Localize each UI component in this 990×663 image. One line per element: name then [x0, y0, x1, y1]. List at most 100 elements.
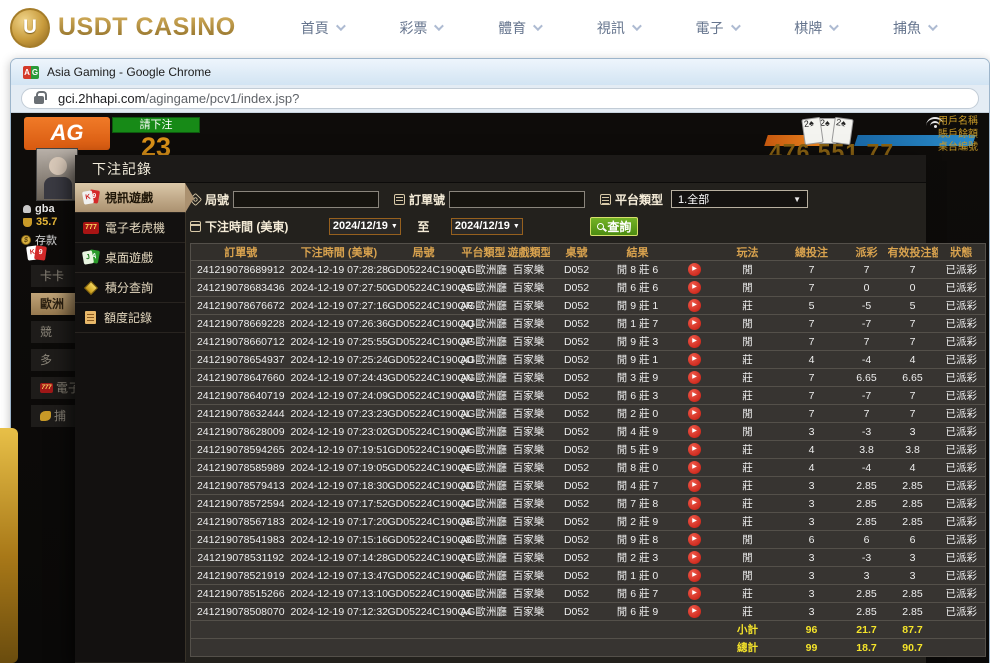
- sidebar-item-video-games[interactable]: 9K 視訊遊戲: [75, 183, 185, 213]
- slot-machine-icon: 777: [83, 222, 99, 234]
- sidebar-item-slots[interactable]: 777 電子老虎機: [75, 213, 185, 243]
- cell-total-stake: 7: [778, 333, 846, 351]
- ag-favicon-icon: AG: [23, 66, 39, 79]
- dropdown-arrow-icon: ▼: [793, 195, 801, 204]
- col-payout: 派彩: [846, 244, 888, 261]
- cell-status: 已派彩: [938, 513, 986, 531]
- play-replay-button[interactable]: ▶: [688, 479, 701, 492]
- play-replay-button[interactable]: ▶: [688, 443, 701, 456]
- round-number-label: 局號: [190, 191, 229, 208]
- cell-valid-stake: 2.85: [888, 477, 938, 495]
- nav-item-slots[interactable]: 電子: [696, 18, 738, 38]
- round-number-input[interactable]: [233, 191, 379, 208]
- play-replay-button[interactable]: ▶: [688, 587, 701, 600]
- play-replay-button[interactable]: ▶: [688, 605, 701, 618]
- subtotal-label: 小計: [718, 621, 778, 639]
- bet-records-table: 訂單號 下注時間 (美東) 局號 平台類型 遊戲類型 桌號 結果 玩法 總: [190, 243, 986, 657]
- cell-order-number: 241219078585989: [191, 459, 291, 477]
- sidebar-item-credit-records[interactable]: 額度記錄: [75, 303, 185, 333]
- browser-toolbar: gci.2hhapi.com/agingame/pcv1/index.jsp?: [11, 85, 989, 113]
- play-replay-button[interactable]: ▶: [688, 389, 701, 402]
- cell-platform: AG歐洲廳: [460, 351, 508, 369]
- sidebar-item-table-games[interactable]: AJ 桌面遊戲: [75, 243, 185, 273]
- date-from-button[interactable]: 2024/12/19▼: [329, 218, 401, 235]
- play-replay-button[interactable]: ▶: [688, 353, 701, 366]
- cell-round-number: GD05224C190QO: [388, 351, 460, 369]
- cell-bet-time: 2024-12-19 07:27:50: [291, 279, 388, 297]
- play-replay-button[interactable]: ▶: [688, 569, 701, 582]
- bet-record-row: 241219078628009 2024-12-19 07:23:02 GD05…: [191, 423, 986, 441]
- cell-platform: AG歐洲廳: [460, 459, 508, 477]
- menu-label: 歐洲: [40, 293, 64, 315]
- cell-round-number: GD05224C190QQ: [388, 315, 460, 333]
- cell-game-type: 百家樂: [508, 477, 550, 495]
- order-number-input[interactable]: [449, 191, 585, 208]
- cell-platform: AG歐洲廳: [460, 567, 508, 585]
- cell-bet-time: 2024-12-19 07:23:02: [291, 423, 388, 441]
- play-replay-button[interactable]: ▶: [688, 533, 701, 546]
- play-replay-button[interactable]: ▶: [688, 425, 701, 438]
- player-username: gba: [23, 203, 55, 215]
- nav-item-live[interactable]: 視訊: [597, 18, 639, 38]
- info-line: 賬戶餘額: [938, 128, 989, 141]
- cell-bet-time: 2024-12-19 07:14:28: [291, 549, 388, 567]
- play-replay-button[interactable]: ▶: [688, 335, 701, 348]
- cell-play-type: 莊: [718, 369, 778, 387]
- cell-replay: ▶: [672, 279, 718, 297]
- chrome-window: AG Asia Gaming - Google Chrome gci.2hhap…: [10, 58, 990, 663]
- nav-item-home[interactable]: 首頁: [301, 18, 343, 38]
- nav-item-board-games[interactable]: 棋牌: [794, 18, 836, 38]
- nav-item-lottery[interactable]: 彩票: [399, 18, 441, 38]
- col-play-type: 玩法: [718, 244, 778, 261]
- cell-game-type: 百家樂: [508, 495, 550, 513]
- cell-table-number: D052: [550, 297, 604, 315]
- bet-record-row: 241219078585989 2024-12-19 07:19:05 GD05…: [191, 459, 986, 477]
- date-to-button[interactable]: 2024/12/19▼: [451, 218, 523, 235]
- play-replay-button[interactable]: ▶: [688, 371, 701, 384]
- cell-bet-time: 2024-12-19 07:23:23: [291, 405, 388, 423]
- window-title-bar[interactable]: AG Asia Gaming - Google Chrome: [11, 59, 989, 85]
- play-replay-button[interactable]: ▶: [688, 281, 701, 294]
- cell-valid-stake: 2.85: [888, 603, 938, 621]
- cell-payout: -3: [846, 423, 888, 441]
- play-replay-button[interactable]: ▶: [688, 551, 701, 564]
- lock-icon[interactable]: [34, 96, 44, 104]
- play-replay-button[interactable]: ▶: [688, 461, 701, 474]
- cell-table-number: D052: [550, 477, 604, 495]
- play-replay-button[interactable]: ▶: [688, 263, 701, 276]
- play-replay-button[interactable]: ▶: [688, 317, 701, 330]
- cell-game-type: 百家樂: [508, 405, 550, 423]
- play-replay-button[interactable]: ▶: [688, 299, 701, 312]
- play-replay-button[interactable]: ▶: [688, 407, 701, 420]
- nav-label: 彩票: [399, 18, 427, 38]
- menu-label: 多: [40, 349, 52, 371]
- floating-gold-widget[interactable]: [0, 428, 18, 663]
- bet-record-row: 241219078541983 2024-12-19 07:15:16 GD05…: [191, 531, 986, 549]
- cell-total-stake: 3: [778, 603, 846, 621]
- cell-table-number: D052: [550, 603, 604, 621]
- cell-bet-time: 2024-12-19 07:17:20: [291, 513, 388, 531]
- play-replay-button[interactable]: ▶: [688, 497, 701, 510]
- sidebar-item-label: 視訊遊戲: [105, 189, 153, 206]
- cell-valid-stake: 4: [888, 351, 938, 369]
- play-replay-button[interactable]: ▶: [688, 515, 701, 528]
- cell-total-stake: 3: [778, 549, 846, 567]
- cell-bet-time: 2024-12-19 07:17:52: [291, 495, 388, 513]
- subtotal-stake: 96: [778, 621, 846, 639]
- nav-item-fishing[interactable]: 捕魚: [893, 18, 935, 38]
- search-button[interactable]: 查詢: [590, 217, 638, 236]
- cell-payout: 6: [846, 531, 888, 549]
- money-bag-icon: [23, 218, 32, 227]
- nav-item-sports[interactable]: 體育: [498, 18, 540, 38]
- cell-total-stake: 7: [778, 405, 846, 423]
- cell-total-stake: 4: [778, 459, 846, 477]
- cell-replay: ▶: [672, 387, 718, 405]
- sidebar-item-points-query[interactable]: 積分查詢: [75, 273, 185, 303]
- cell-play-type: 莊: [718, 351, 778, 369]
- platform-type-select[interactable]: 1.全部▼: [671, 190, 808, 208]
- site-logo[interactable]: U USDT CASINO: [10, 8, 236, 48]
- bet-records-modal: 下注記錄 9K 視訊遊戲 777 電子老虎機 AJ 桌面遊戲: [75, 155, 926, 663]
- cell-replay: ▶: [672, 297, 718, 315]
- address-bar[interactable]: gci.2hhapi.com/agingame/pcv1/index.jsp?: [21, 88, 979, 109]
- filter-row-1: 局號 訂單號 平台類型 1.全部▼: [190, 189, 986, 209]
